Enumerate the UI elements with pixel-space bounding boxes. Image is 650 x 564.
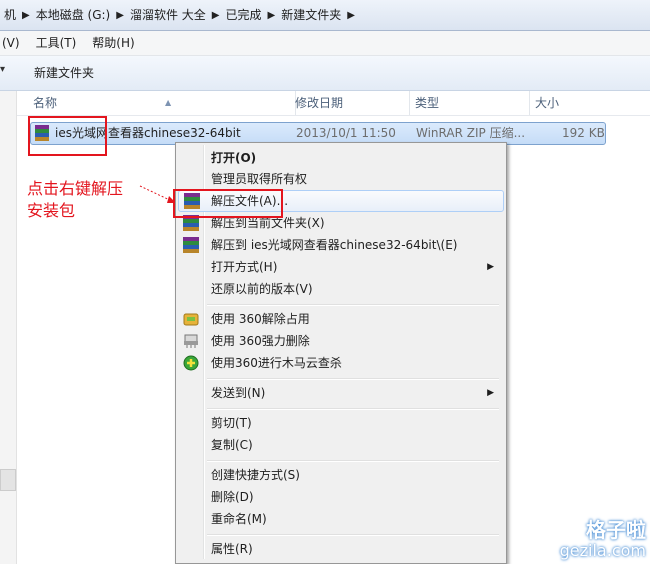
360-shred-icon: [183, 333, 199, 349]
menu-item-cut[interactable]: 剪切(T): [178, 412, 502, 434]
menu-item-360-force-delete[interactable]: 使用 360强力删除: [178, 330, 502, 352]
menu-item-copy[interactable]: 复制(C): [178, 434, 502, 456]
menu-item-properties[interactable]: 属性(R): [178, 538, 502, 560]
360-unlock-icon: [183, 311, 199, 327]
menu-separator: [207, 534, 499, 536]
360-scan-icon: [183, 355, 199, 371]
menu-separator: [207, 378, 499, 380]
menu-item-rename[interactable]: 重命名(M): [178, 508, 502, 530]
watermark: 格子啦 gezila.com: [559, 518, 646, 560]
menu-item-360-unlock[interactable]: 使用 360解除占用: [178, 308, 502, 330]
menu-item-take-ownership[interactable]: 管理员取得所有权: [178, 168, 502, 190]
winrar-archive-icon: [183, 237, 199, 253]
menu-item-extract-to-folder[interactable]: 解压到 ies光域网查看器chinese32-64bit\(E): [178, 234, 502, 256]
menu-item-360-trojan-scan[interactable]: 使用360进行木马云查杀: [178, 352, 502, 374]
submenu-arrow-icon: ▶: [487, 262, 494, 272]
menu-item-create-shortcut[interactable]: 创建快捷方式(S): [178, 464, 502, 486]
menu-item-open[interactable]: 打开(O): [178, 147, 502, 169]
menu-separator: [207, 304, 499, 306]
submenu-arrow-icon: ▶: [487, 388, 494, 398]
menu-separator: [207, 408, 499, 410]
annotation-highlight-extract: [173, 189, 283, 218]
menu-item-open-with[interactable]: 打开方式(H) ▶: [178, 256, 502, 278]
menu-item-restore-versions[interactable]: 还原以前的版本(V): [178, 278, 502, 300]
menu-item-send-to[interactable]: 发送到(N) ▶: [178, 382, 502, 404]
menu-separator: [207, 460, 499, 462]
menu-item-delete[interactable]: 删除(D): [178, 486, 502, 508]
